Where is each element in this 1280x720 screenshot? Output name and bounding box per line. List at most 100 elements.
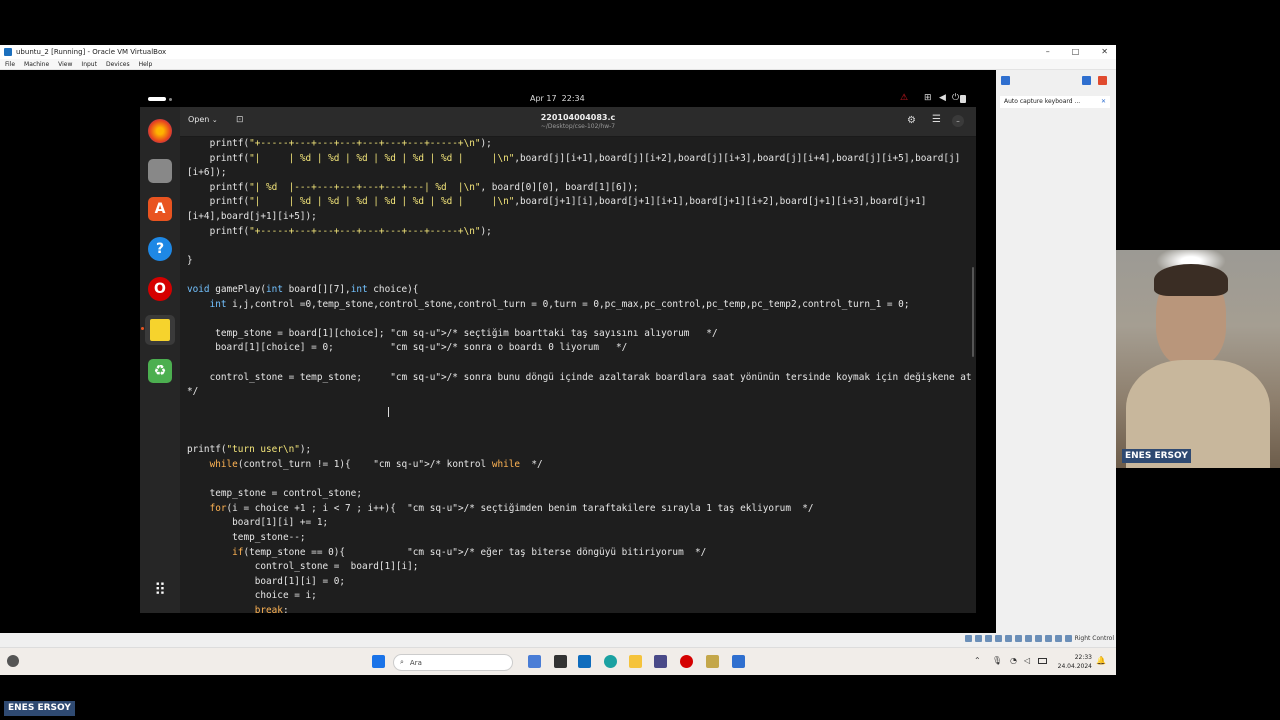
scrollbar[interactable] — [972, 267, 974, 357]
task-view-icon[interactable] — [554, 655, 567, 668]
file-path: ~/Desktop/cse-102/hw-7 — [540, 123, 616, 130]
ubuntu-desktop: Apr 17 22:34 ⚠ ⊞ ◀ ⏻ A ? O ♻ ⠿ Open ⌄ ⊡ … — [140, 91, 976, 613]
edge-icon[interactable] — [604, 655, 617, 668]
menu-file[interactable]: File — [5, 61, 15, 68]
recording-icon[interactable] — [1034, 635, 1042, 642]
network-tray-icon[interactable]: ⊞ — [924, 93, 932, 103]
vbox-window-title: ubuntu_2 [Running] - Oracle VM VirtualBo… — [16, 48, 167, 56]
menu-devices[interactable]: Devices — [106, 61, 130, 68]
search-icon: ⌕ — [400, 658, 404, 666]
power-icon[interactable]: ⏻ — [952, 93, 959, 103]
close-icon[interactable]: ✕ — [1101, 45, 1108, 59]
chevron-down-icon: ⌄ — [211, 116, 218, 124]
open-button[interactable]: Open ⌄ — [188, 115, 218, 124]
shared-folder-icon[interactable] — [1014, 635, 1022, 642]
display-icon[interactable] — [1024, 635, 1032, 642]
code-view[interactable]: printf("+-----+---+---+---+---+---+---+-… — [187, 137, 972, 613]
notes-taskbar-icon[interactable] — [706, 655, 719, 668]
mouse-icon[interactable] — [1054, 635, 1062, 642]
minimize-icon[interactable]: – — [1046, 45, 1050, 59]
host-key-label: Right Control — [1074, 635, 1114, 642]
search-placeholder: Ara — [409, 658, 422, 667]
search-box[interactable]: ⌕ Ara — [393, 654, 513, 671]
vbox-menu-bar: File Machine View Input Devices Help — [0, 59, 1116, 70]
code-line: board[1][i] += 1; — [187, 517, 329, 529]
firefox-icon[interactable] — [148, 119, 172, 143]
vbox-title-bar: ubuntu_2 [Running] - Oracle VM VirtualBo… — [0, 45, 1116, 59]
taskbar-clock[interactable]: 22:33 24.04.2024 — [1058, 653, 1092, 671]
code-line: if(temp_stone == 0){ "cm sq-u">/* eğer t… — [232, 546, 707, 558]
cpu-icon[interactable] — [1044, 635, 1052, 642]
code-line: board[1][choice] = 0; "cm sq-u">/* sonra… — [187, 342, 628, 354]
taskbar-date: 24.04.2024 — [1057, 663, 1092, 670]
text-cursor-icon — [388, 407, 389, 417]
help-icon[interactable]: ? — [148, 237, 172, 261]
opera-icon[interactable]: O — [148, 277, 172, 301]
activities-indicator[interactable] — [148, 97, 166, 101]
settings-icon[interactable]: ⚙ — [907, 115, 916, 126]
optical-icon[interactable] — [974, 635, 982, 642]
teams-taskbar-icon[interactable] — [732, 655, 745, 668]
tray-chevron-icon[interactable]: ⌃ — [974, 656, 981, 665]
panel-icon-settings[interactable] — [1098, 76, 1107, 85]
keyboard-icon[interactable] — [1064, 635, 1072, 642]
close-notice-icon[interactable]: ✕ — [1101, 96, 1106, 108]
windows-taskbar: ⌕ Ara ⌃ 🎙 ◔ ◁ 22:33 24.04.2024 🔔 — [0, 647, 1116, 675]
taskbar-time: 22:33 — [1074, 654, 1092, 661]
menu-machine[interactable]: Machine — [24, 61, 49, 68]
usb-icon[interactable] — [1004, 635, 1012, 642]
menu-view[interactable]: View — [58, 61, 72, 68]
code-line: control_stone = board[1][i]; — [187, 561, 419, 573]
auto-capture-panel: Auto capture keyboard ... ✕ — [996, 70, 1116, 633]
top-clock[interactable]: Apr 17 22:34 — [530, 94, 585, 103]
panel-icon-left[interactable] — [1001, 76, 1010, 85]
text-editor-icon[interactable] — [145, 315, 175, 345]
notification-bell-icon[interactable]: 🔔 — [1096, 656, 1106, 665]
outlook-icon[interactable] — [578, 655, 591, 668]
new-tab-icon[interactable]: ⊡ — [236, 115, 244, 125]
show-apps-icon[interactable]: ⠿ — [148, 577, 172, 601]
trash-icon[interactable]: ♻ — [148, 359, 172, 383]
activities-dot — [169, 98, 172, 101]
opera-taskbar-icon[interactable] — [680, 655, 693, 668]
battery-icon[interactable] — [960, 95, 966, 103]
gnome-top-bar: Apr 17 22:34 ⚠ ⊞ ◀ ⏻ — [140, 91, 976, 107]
windows-start-icon[interactable] — [372, 655, 385, 668]
auto-capture-notice: Auto capture keyboard ... ✕ — [1000, 96, 1110, 108]
code-line: choice = i; — [187, 590, 317, 602]
code-line: int i,j,control =0,temp_stone,control_st… — [209, 298, 910, 310]
network-icon[interactable] — [994, 635, 1002, 642]
mic-icon[interactable]: 🎙 — [992, 656, 1002, 665]
code-line: printf("| %d |---+---+---+---+---+---| %… — [187, 181, 639, 193]
hdd-icon[interactable] — [964, 635, 972, 642]
menu-icon[interactable]: ☰ — [932, 114, 941, 125]
code-line: [i+4],board[j+1][i+5]); — [187, 210, 317, 222]
volume-icon[interactable]: ◀ — [939, 93, 946, 103]
panel-icon-right[interactable] — [1082, 76, 1091, 85]
auto-capture-label: Auto capture keyboard ... — [1004, 98, 1081, 105]
code-line: for(i = choice +1 ; i < 7 ; i++){ "cm sq… — [209, 502, 814, 514]
menu-input[interactable]: Input — [81, 61, 97, 68]
battery-tray-icon[interactable] — [1038, 658, 1047, 664]
menu-help[interactable]: Help — [139, 61, 153, 68]
minimize-window-icon[interactable]: – — [952, 115, 964, 127]
explorer-icon[interactable] — [629, 655, 642, 668]
audio-icon[interactable] — [984, 635, 992, 642]
file-name: 220104004083.c — [540, 113, 616, 122]
virtualbox-taskbar-icon[interactable] — [654, 655, 667, 668]
wifi-icon[interactable]: ◔ — [1010, 656, 1017, 665]
copilot-icon[interactable] — [528, 655, 541, 668]
speaker-icon[interactable]: ◁ — [1024, 656, 1030, 665]
files-icon[interactable] — [148, 159, 172, 183]
app-center-icon[interactable]: A — [148, 197, 172, 221]
ubuntu-dock: A ? O ♻ ⠿ — [140, 107, 180, 613]
warning-icon[interactable]: ⚠ — [900, 93, 908, 103]
maximize-icon[interactable]: □ — [1072, 45, 1080, 59]
widgets-icon[interactable] — [7, 655, 19, 667]
